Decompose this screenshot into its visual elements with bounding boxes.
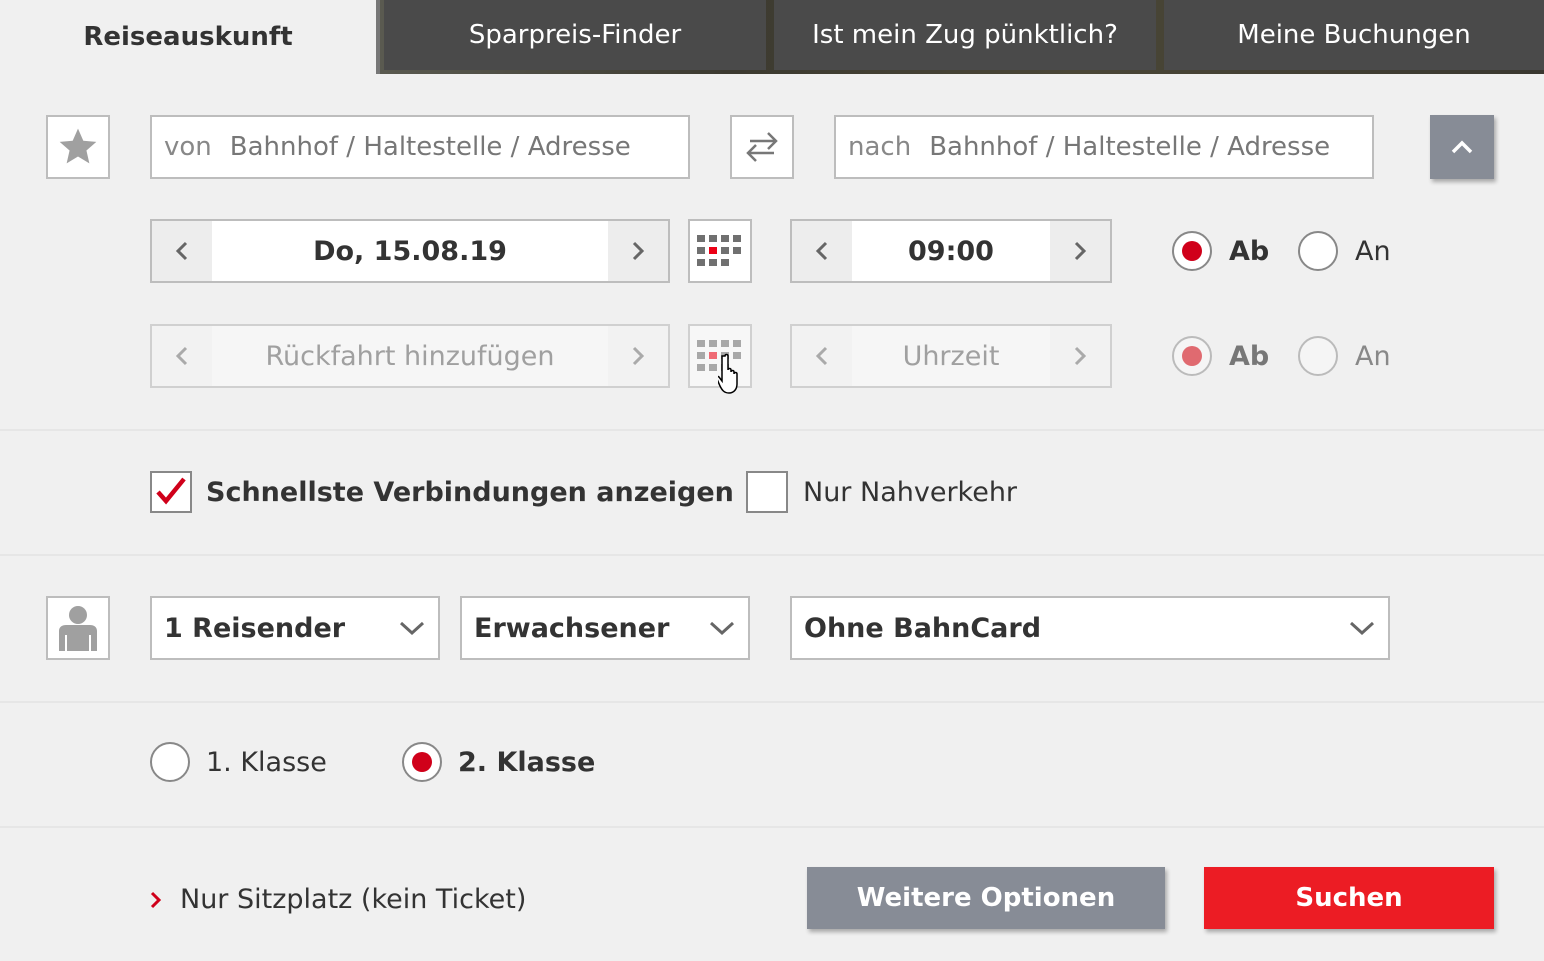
divider bbox=[0, 554, 1544, 556]
return-time-next-button[interactable] bbox=[1050, 326, 1110, 386]
tab-label: Ist mein Zug pünktlich? bbox=[812, 20, 1118, 50]
second-class-label: 2. Klasse bbox=[458, 747, 596, 778]
return-arrive-label: An bbox=[1355, 341, 1391, 372]
swap-icon bbox=[746, 132, 778, 162]
person-icon bbox=[59, 606, 97, 651]
to-placeholder: Bahnhof / Haltestelle / Adresse bbox=[929, 132, 1331, 162]
tab-label: Meine Buchungen bbox=[1237, 20, 1471, 50]
chevron-right-icon bbox=[1074, 241, 1087, 261]
checkmark-icon bbox=[156, 477, 186, 505]
tab-label: Reiseauskunft bbox=[83, 22, 293, 52]
radio-dot bbox=[1182, 241, 1202, 261]
local-transport-checkbox[interactable] bbox=[746, 471, 788, 513]
tab-meine-buchungen[interactable]: Meine Buchungen bbox=[1164, 0, 1544, 70]
tab-reiseauskunft[interactable]: Reiseauskunft bbox=[0, 0, 376, 74]
star-icon bbox=[59, 128, 97, 164]
to-prefix: nach bbox=[848, 132, 912, 162]
link-chevron-icon bbox=[150, 891, 162, 909]
return-arrive-radio[interactable] bbox=[1298, 336, 1338, 376]
chevron-left-icon bbox=[815, 241, 828, 261]
divider bbox=[0, 701, 1544, 703]
fastest-label: Schnellste Verbindungen anzeigen bbox=[206, 477, 734, 508]
chevron-up-icon bbox=[1451, 140, 1473, 154]
date-next-button[interactable] bbox=[608, 221, 668, 281]
seat-only-link[interactable]: Nur Sitzplatz (kein Ticket) bbox=[180, 884, 526, 915]
return-calendar-button[interactable] bbox=[688, 324, 752, 394]
more-options-button[interactable]: Weitere Optionen bbox=[807, 867, 1165, 929]
radio-dot bbox=[1182, 346, 1202, 366]
return-time-prev-button[interactable] bbox=[792, 326, 852, 386]
outbound-arrive-radio[interactable] bbox=[1298, 231, 1338, 271]
outbound-arrive-label: An bbox=[1355, 236, 1391, 267]
return-time-placeholder[interactable]: Uhrzeit bbox=[852, 326, 1050, 386]
bahncard-value: Ohne BahnCard bbox=[804, 612, 1042, 644]
search-button[interactable]: Suchen bbox=[1204, 867, 1494, 929]
to-field[interactable]: nach Bahnhof / Haltestelle / Adresse bbox=[834, 115, 1374, 179]
chevron-left-icon bbox=[175, 241, 188, 261]
outbound-time-value[interactable]: 09:00 bbox=[852, 221, 1050, 281]
return-time-stepper: Uhrzeit bbox=[790, 324, 1112, 388]
tab-label: Sparpreis-Finder bbox=[468, 20, 682, 50]
divider bbox=[0, 826, 1544, 828]
chevron-down-icon bbox=[399, 621, 425, 636]
return-date-prev-button[interactable] bbox=[152, 326, 212, 386]
outbound-date-stepper: Do, 15.08.19 bbox=[150, 219, 670, 283]
fastest-checkbox[interactable] bbox=[150, 471, 192, 513]
seat-only-link-chevron bbox=[148, 889, 164, 915]
return-date-placeholder[interactable]: Rückfahrt hinzufügen bbox=[212, 326, 608, 386]
outbound-depart-radio[interactable] bbox=[1172, 231, 1212, 271]
chevron-right-icon bbox=[632, 346, 645, 366]
divider bbox=[0, 429, 1544, 431]
chevron-down-icon bbox=[1349, 621, 1375, 636]
traveler-age-value: Erwachsener bbox=[474, 612, 670, 644]
first-class-radio[interactable] bbox=[150, 742, 190, 782]
second-class-radio[interactable] bbox=[402, 742, 442, 782]
tab-zug-puenktlich[interactable]: Ist mein Zug pünktlich? bbox=[774, 0, 1156, 70]
bahncard-select[interactable]: Ohne BahnCard bbox=[790, 596, 1390, 660]
outbound-depart-label: Ab bbox=[1229, 236, 1270, 267]
return-depart-radio[interactable] bbox=[1172, 336, 1212, 376]
chevron-left-icon bbox=[175, 346, 188, 366]
time-next-button[interactable] bbox=[1050, 221, 1110, 281]
outbound-calendar-button[interactable] bbox=[688, 219, 752, 283]
hand-cursor-icon bbox=[718, 353, 738, 394]
from-field[interactable]: von Bahnhof / Haltestelle / Adresse bbox=[150, 115, 690, 179]
from-placeholder: Bahnhof / Haltestelle / Adresse bbox=[229, 132, 631, 162]
traveler-count-select[interactable]: 1 Reisender bbox=[150, 596, 440, 660]
traveler-count-value: 1 Reisender bbox=[164, 612, 346, 644]
calendar-icon bbox=[697, 235, 741, 266]
return-depart-label: Ab bbox=[1229, 341, 1270, 372]
local-transport-label: Nur Nahverkehr bbox=[803, 477, 1018, 508]
chevron-right-icon bbox=[1074, 346, 1087, 366]
from-prefix: von bbox=[164, 132, 212, 162]
traveler-age-select[interactable]: Erwachsener bbox=[460, 596, 750, 660]
collapse-button[interactable] bbox=[1430, 115, 1494, 179]
return-date-stepper: Rückfahrt hinzufügen bbox=[150, 324, 670, 388]
chevron-down-icon bbox=[709, 621, 735, 636]
swap-button[interactable] bbox=[730, 115, 794, 179]
favorites-button[interactable] bbox=[46, 115, 110, 179]
outbound-date-value[interactable]: Do, 15.08.19 bbox=[212, 221, 608, 281]
radio-dot bbox=[412, 752, 432, 772]
outbound-time-stepper: 09:00 bbox=[790, 219, 1112, 283]
tab-bar: Reiseauskunft Sparpreis-Finder Ist mein … bbox=[0, 0, 1544, 74]
traveler-icon-box bbox=[46, 596, 110, 660]
time-prev-button[interactable] bbox=[792, 221, 852, 281]
return-date-next-button[interactable] bbox=[608, 326, 668, 386]
first-class-label: 1. Klasse bbox=[206, 747, 327, 778]
chevron-left-icon bbox=[815, 346, 828, 366]
tab-sparpreis-finder[interactable]: Sparpreis-Finder bbox=[384, 0, 766, 70]
date-prev-button[interactable] bbox=[152, 221, 212, 281]
chevron-right-icon bbox=[632, 241, 645, 261]
